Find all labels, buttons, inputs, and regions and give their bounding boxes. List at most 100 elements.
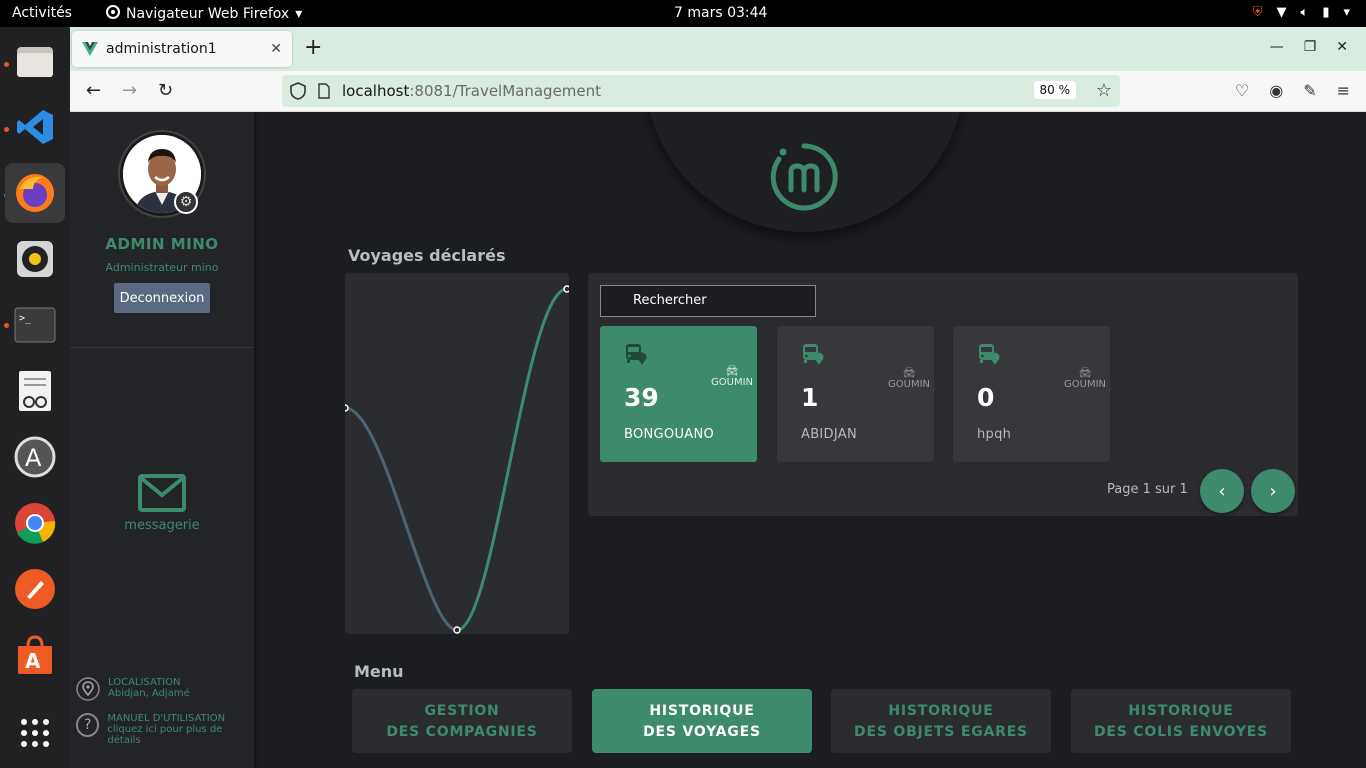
rhythmbox-icon[interactable]	[5, 229, 65, 289]
chart-line-segment	[345, 406, 458, 632]
svg-text:>_: >_	[19, 313, 32, 324]
page-icon[interactable]	[318, 83, 330, 99]
location-pin-icon	[76, 677, 100, 701]
account-icon[interactable]: ◉	[1269, 81, 1283, 100]
postman-icon[interactable]	[5, 559, 65, 619]
trip-card[interactable]: 🚘︎ GOUMIN 1 ABIDJAN	[777, 326, 934, 462]
menu-button[interactable]: GESTION DES COMPAGNIES	[352, 689, 572, 753]
trip-card[interactable]: 🚘︎ GOUMIN 39 BONGOUANO	[600, 326, 757, 462]
divider	[70, 347, 254, 348]
bus-location-icon	[626, 344, 647, 365]
url-text: localhost:8081/TravelManagement	[342, 82, 602, 100]
chrome-icon[interactable]	[5, 493, 65, 553]
menu-line-1: HISTORIQUE	[888, 703, 994, 719]
terminal-icon[interactable]: >_	[5, 295, 65, 355]
reload-button[interactable]: ↻	[158, 80, 173, 101]
car-icon: 🚘︎	[725, 366, 739, 377]
location-info: LOCALISATION Abidjan, Adjamé	[76, 677, 190, 701]
company-tag: 🚘︎ GOUMIN	[1064, 368, 1106, 390]
system-tray[interactable]: ⛨ ▼ 🔈︎ ▮ ▾	[1253, 5, 1350, 20]
car-icon: 🚘︎	[1078, 368, 1092, 379]
menu-button[interactable]: HISTORIQUE DES OBJETS EGARES	[831, 689, 1051, 753]
forward-button[interactable]: →	[122, 80, 137, 101]
restore-icon[interactable]: ❐	[1304, 39, 1317, 55]
location-value: Abidjan, Adjamé	[108, 688, 190, 699]
software-updater-icon[interactable]: A	[5, 427, 65, 487]
pager-text: Page 1 sur 1	[1107, 482, 1188, 497]
manual-title: MANUEL D'UTILISATION	[107, 713, 226, 724]
extension-icon[interactable]: ✎	[1303, 81, 1316, 100]
location-title: LOCALISATION	[108, 677, 181, 688]
system-top-bar: Activités Navigateur Web Firefox ▾ 7 mar…	[0, 0, 1366, 27]
trip-card[interactable]: 🚘︎ GOUMIN 0 hpqh	[953, 326, 1110, 462]
zoom-level[interactable]: 80 %	[1033, 81, 1076, 99]
menu-button[interactable]: HISTORIQUE DES COLIS ENVOYES	[1071, 689, 1291, 753]
company-label: GOUMIN	[711, 377, 753, 388]
pocket-icon[interactable]: ♡	[1235, 81, 1249, 100]
dock: >_ A A	[0, 27, 70, 768]
app-viewport: ⚙ ADMIN MINO Administrateur mino Deconne…	[70, 112, 1366, 768]
city-name: ABIDJAN	[801, 427, 857, 442]
next-page-button[interactable]: ›	[1251, 469, 1295, 513]
car-icon: 🚘︎	[902, 368, 916, 379]
admin-name: ADMIN MINO	[105, 235, 219, 253]
back-button[interactable]: ←	[86, 80, 101, 101]
window-controls: — ❐ ✕	[1270, 39, 1348, 55]
tab-title: administration1	[106, 41, 217, 57]
chart-line-segment	[456, 287, 568, 632]
voyages-panel: Rechercher 🚘︎ GOUMIN 39 BONGOUANO 🚘︎ GOUMIN 1 A…	[588, 273, 1298, 516]
volume-icon: 🔈︎	[1300, 5, 1309, 20]
svg-text:A: A	[25, 649, 41, 673]
vscode-icon[interactable]	[5, 97, 65, 157]
close-tab-icon[interactable]: ✕	[270, 41, 282, 57]
hamburger-menu-icon[interactable]: ≡	[1337, 81, 1350, 100]
menu-button[interactable]: HISTORIQUE DES VOYAGES	[592, 689, 812, 753]
close-window-icon[interactable]: ✕	[1336, 39, 1348, 55]
new-tab-button[interactable]: +	[304, 35, 322, 60]
document-viewer-icon[interactable]	[5, 361, 65, 421]
city-name: hpqh	[977, 427, 1012, 442]
bookmark-star-icon[interactable]: ☆	[1096, 80, 1112, 101]
chart-point[interactable]	[563, 285, 569, 293]
vue-icon	[82, 42, 98, 56]
help-icon: ?	[76, 713, 100, 737]
files-icon[interactable]	[5, 31, 65, 91]
manual-link[interactable]: ? MANUEL D'UTILISATION cliquez ici pour …	[76, 713, 254, 746]
chart-point[interactable]	[345, 404, 349, 412]
browser-tab[interactable]: administration1 ✕	[72, 31, 292, 67]
settings-gear-icon[interactable]: ⚙	[174, 190, 198, 214]
trip-count: 39	[624, 383, 659, 412]
menu-title: Menu	[354, 662, 404, 681]
app-menu[interactable]: Navigateur Web Firefox ▾	[106, 5, 302, 23]
firefox-icon	[106, 5, 120, 23]
messaging-link[interactable]: messagerie	[70, 474, 254, 533]
logout-button[interactable]: Deconnexion	[114, 283, 210, 313]
chart-point[interactable]	[453, 626, 461, 634]
firefox-icon[interactable]	[5, 163, 65, 223]
menu-line-2: DES VOYAGES	[643, 724, 761, 740]
trip-count: 1	[801, 383, 819, 412]
manual-value: cliquez ici pour plus de détails	[107, 724, 223, 746]
prev-page-button[interactable]: ‹	[1200, 469, 1244, 513]
minimize-icon[interactable]: —	[1270, 39, 1284, 55]
app-center-icon[interactable]: A	[5, 625, 65, 685]
shield-icon[interactable]	[290, 82, 306, 100]
battery-icon: ▮	[1322, 5, 1330, 20]
menu-line-1: GESTION	[424, 703, 500, 719]
menu-line-1: HISTORIQUE	[649, 703, 755, 719]
bus-location-icon	[803, 344, 824, 365]
chevron-down-icon: ▾	[1343, 5, 1350, 20]
search-input[interactable]: Rechercher	[600, 285, 816, 317]
menu-line-2: DES OBJETS EGARES	[854, 724, 1028, 740]
voyages-chart	[345, 273, 569, 634]
bus-location-icon	[979, 344, 1000, 365]
clock[interactable]: 7 mars 03:44	[674, 5, 767, 21]
company-label: GOUMIN	[1064, 379, 1106, 390]
app-menu-label: Navigateur Web Firefox	[126, 6, 290, 22]
apps-grid-icon[interactable]	[5, 703, 65, 763]
activities-button[interactable]: Activités	[12, 5, 72, 21]
sidebar: ⚙ ADMIN MINO Administrateur mino Deconne…	[70, 112, 254, 768]
chevron-down-icon: ▾	[295, 6, 303, 22]
url-bar[interactable]: localhost:8081/TravelManagement 80 % ☆	[282, 75, 1120, 107]
chart-svg	[345, 285, 569, 634]
